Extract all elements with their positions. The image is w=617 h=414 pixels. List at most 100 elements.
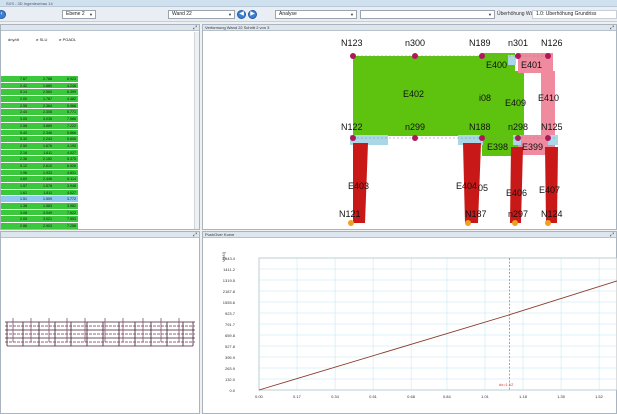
element-label: E400 <box>486 60 507 70</box>
table-row[interactable]: 4.69 2.446 6.114 <box>1 176 195 183</box>
table-row[interactable]: 2.58 3.889 7.222 <box>1 122 195 130</box>
table-cell: 3.08 <box>20 210 27 215</box>
node-label: n301 <box>508 38 528 48</box>
table-row[interactable]: 1.96 1.933 4.831 <box>1 169 195 177</box>
y-tick-label: 923.7 <box>224 310 235 316</box>
node-n189[interactable] <box>479 53 485 59</box>
table-cell-empty <box>78 176 195 183</box>
table-cell: 7.586 <box>67 117 76 122</box>
vertical-scrollbar[interactable] <box>194 32 199 229</box>
node-label: n297 <box>508 209 528 219</box>
table-row[interactable]: 7.67 2.788 6.923 <box>1 76 195 83</box>
table-cell: 3.021 <box>43 217 52 222</box>
table-cell: 2.86 <box>20 224 27 229</box>
expand-icon[interactable]: ⤢ <box>610 232 614 237</box>
node-n297[interactable] <box>512 220 518 226</box>
panel-header: PushOver Kurve ⤢ <box>203 232 616 238</box>
table-cell: 1.676 <box>43 143 52 148</box>
table-row[interactable]: 3.08 3.049 7.622 <box>1 209 195 217</box>
table-row[interactable]: 2.05 3.021 7.553 <box>1 216 195 224</box>
table-cell: 2.903 <box>43 224 52 229</box>
node-n298[interactable] <box>515 135 521 141</box>
node-n299[interactable] <box>412 135 418 141</box>
table-cell-empty <box>78 156 195 163</box>
table-cell: 2.50 <box>20 143 27 148</box>
empty-select[interactable]: ▼ <box>360 10 495 19</box>
3d-structure-view[interactable] <box>5 316 200 356</box>
wall-select[interactable]: Wand 22 ▼ <box>168 10 235 19</box>
table-header: dny/dt σ SLU σ PGADL <box>1 32 195 75</box>
node-n124[interactable] <box>545 220 551 226</box>
expand-icon[interactable]: ⤢ <box>193 232 197 237</box>
table-cell: 2.610 <box>43 163 52 168</box>
node-n301[interactable] <box>515 53 521 59</box>
table-cell: 7.553 <box>67 217 76 222</box>
level-select-value: Ebene 2 <box>66 11 85 17</box>
next-wall-button[interactable]: ▶ <box>248 10 257 19</box>
node-n125[interactable] <box>545 135 551 141</box>
analysis-select[interactable]: Analyse ▼ <box>275 10 357 19</box>
table-cell-empty <box>78 203 195 210</box>
element-label: E404 <box>456 181 477 191</box>
node-label: N123 <box>341 38 363 48</box>
y-tick-label: 1319.5 <box>222 277 235 283</box>
element-label: E403 <box>348 181 369 191</box>
table-row[interactable]: 2.44 2.308 5.771 <box>1 109 195 117</box>
node-n126[interactable] <box>545 53 551 59</box>
node-n122[interactable] <box>350 135 356 141</box>
level-select[interactable]: Ebene 2 ▼ <box>62 10 96 19</box>
table-row[interactable]: 1.57 1.578 3.946 <box>1 183 195 190</box>
table-row[interactable]: 1.61 1.611 4.027 <box>1 189 195 197</box>
node-n121[interactable] <box>348 220 354 226</box>
y-axis-label: V[kN] <box>221 252 226 262</box>
analysis-select-value: Analyse <box>279 11 297 17</box>
table-cell: 2.364 <box>43 103 52 108</box>
element-label: E407 <box>539 185 560 195</box>
element-label: E409 <box>505 98 526 108</box>
table-row[interactable]: 2.42 1.680 4.246 <box>1 82 195 90</box>
table-cell: 4.69 <box>20 177 27 182</box>
table-row[interactable]: 5.12 2.610 6.526 <box>1 162 195 170</box>
node-n188[interactable] <box>479 135 485 141</box>
ueberhoehung-select[interactable]: 1.0: Überhöhung Grundriss <box>532 10 617 19</box>
table-row[interactable]: 2.55 2.364 5.966 <box>1 102 195 110</box>
table-cell: 2.00 <box>20 97 27 102</box>
prev-wall-button[interactable]: ◀ <box>237 10 246 19</box>
table-row[interactable]: 1.38 1.583 3.962 <box>1 203 195 210</box>
table-cell-empty <box>78 89 195 97</box>
y-tick-label: 1555.6 <box>222 299 235 305</box>
table-row[interactable]: 2.00 1.767 4.482 <box>1 96 195 103</box>
node-n123[interactable] <box>350 53 356 59</box>
table-row[interactable]: 1.51 1.509 3.772 <box>1 196 195 204</box>
table-row[interactable]: 5.40 2.346 5.866 <box>1 129 195 137</box>
back-icon[interactable]: ‹ <box>0 10 6 19</box>
expand-icon[interactable]: ⤢ <box>193 25 197 30</box>
element-label: E406 <box>506 188 527 198</box>
table-cell: 4.027 <box>67 150 76 155</box>
table-cell: 1.51 <box>20 197 27 202</box>
table-cell-empty <box>78 189 195 197</box>
col-header: dny/dt <box>8 37 19 42</box>
element-label: E401 <box>521 60 542 70</box>
table-cell: 3.049 <box>43 210 52 215</box>
table-row[interactable]: 2.36 2.152 5.375 <box>1 156 195 163</box>
x-tick-label: 1.52 <box>595 394 603 399</box>
chevron-down-icon: ▼ <box>228 12 232 17</box>
table-cell: 4.190 <box>67 143 76 148</box>
table-cell: 2.44 <box>20 110 27 115</box>
table-row[interactable]: 2.50 1.676 4.190 <box>1 142 195 150</box>
3d-view-panel: ⤢ <box>0 231 200 414</box>
table-row[interactable]: 5.30 2.243 5.606 <box>1 136 195 143</box>
table-cell: 4.482 <box>67 97 76 102</box>
table-cell-empty <box>78 223 195 229</box>
cap-top <box>508 55 516 65</box>
table-row[interactable]: 2.86 2.903 7.256 <box>1 223 195 229</box>
node-n187[interactable] <box>465 220 471 226</box>
x-tick-label: 0.00 <box>255 394 263 399</box>
table-row[interactable]: 3.05 3.035 7.586 <box>1 116 195 123</box>
table-row[interactable]: 5.14 2.560 6.399 <box>1 89 195 97</box>
table-cell: 3.772 <box>67 197 76 202</box>
x-tick-label: 1.01 <box>480 394 489 399</box>
node-n300[interactable] <box>412 53 418 59</box>
table-row[interactable]: 2.16 1.611 4.027 <box>1 149 195 157</box>
